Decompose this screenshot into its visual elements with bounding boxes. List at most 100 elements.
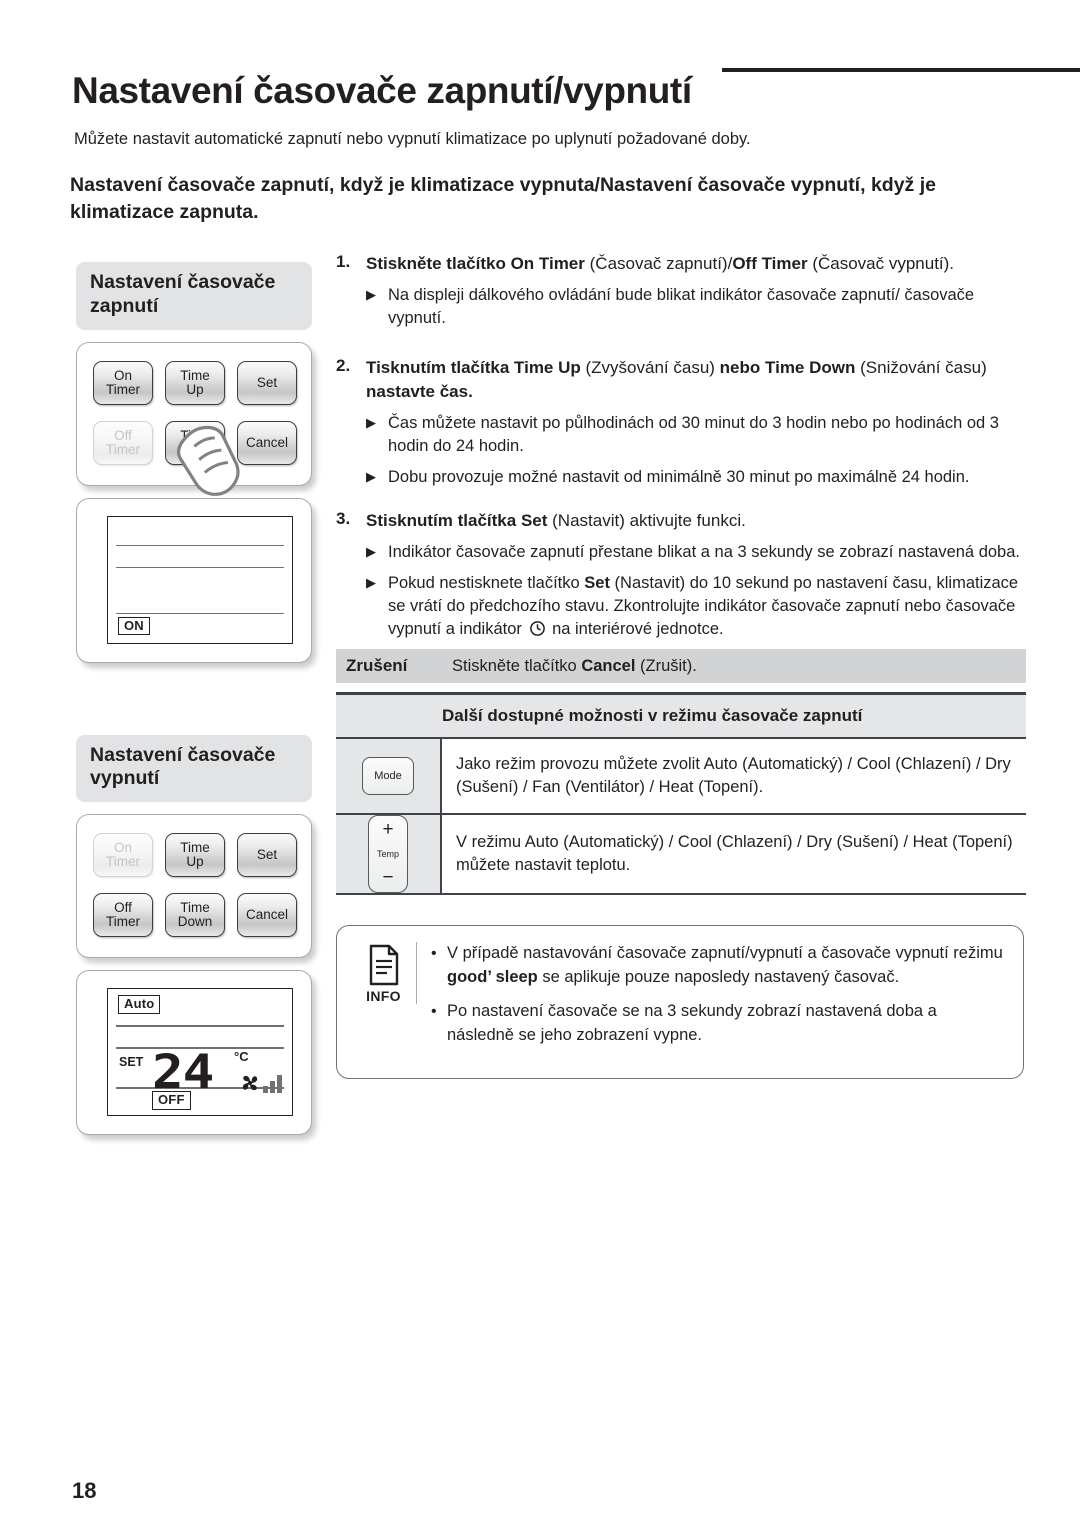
- lcd-on-tag: ON: [118, 616, 150, 636]
- button-line-2: Timer: [106, 381, 140, 397]
- button-line-1: Set: [256, 374, 278, 390]
- button-line-1: Cancel: [245, 434, 289, 450]
- cancel-row-value: Stiskněte tlačítko Cancel (Zrušit).: [452, 657, 697, 676]
- lcd-divider: [116, 566, 284, 568]
- step-text: Tisknutím tlačítka Time Up (Zvyšování ča…: [366, 357, 987, 401]
- cancel-text-prefix: Stiskněte tlačítko: [452, 656, 582, 675]
- remote-button-on-timer[interactable]: On Timer: [93, 360, 153, 405]
- document-icon: [369, 944, 398, 986]
- instructions-column: 1. Stiskněte tlačítko On Timer (Časovač …: [336, 252, 1026, 1079]
- button-line-2: Down: [177, 914, 213, 930]
- step-2-bullet-1: ▶ Čas můžete nastavit po půlhodinách od …: [336, 412, 1026, 458]
- remote-display-off: Auto SET 24 °C OFF: [76, 970, 312, 1136]
- lcd-divider: [116, 544, 284, 546]
- remote-button-cancel[interactable]: Cancel: [237, 420, 297, 465]
- info-icon-group: INFO: [351, 942, 417, 1005]
- triangle-bullet-icon: ▶: [366, 286, 376, 302]
- info-label: INFO: [366, 988, 401, 1005]
- info-bullet-2: • Po nastavení časovače se na 3 sekundy …: [431, 1000, 1007, 1048]
- page-number: 18: [72, 1478, 97, 1503]
- remote-display-on: ON: [76, 497, 312, 663]
- cancel-text-suffix: (Zrušit).: [635, 656, 697, 675]
- mode-button-icon[interactable]: Mode: [362, 757, 414, 796]
- button-line-1: Time: [180, 427, 210, 443]
- triangle-bullet-icon: ▶: [366, 414, 376, 430]
- bullet-text: Pokud nestisknete tlačítko Set (Nastavit…: [388, 573, 1019, 638]
- button-line-1: Off: [114, 427, 132, 443]
- triangle-bullet-icon: ▶: [366, 574, 376, 590]
- step-2: 2. Tisknutím tlačítka Time Up (Zvyšování…: [336, 356, 1026, 404]
- button-line-1: Off: [114, 900, 132, 916]
- lcd-divider: [116, 612, 284, 614]
- lcd-temperature-unit: °C: [234, 1049, 249, 1065]
- step-3: 3. Stisknutím tlačítka Set (Nastavit) ak…: [336, 509, 1026, 533]
- remote-button-set[interactable]: Set: [237, 360, 297, 405]
- lcd-divider: [116, 1025, 284, 1027]
- remote-keypad-on-timer: On Timer Time Up Set Off Timer Time Down: [76, 341, 312, 496]
- bullet-text: Čas můžete nastavit po půlhodinách od 30…: [388, 413, 999, 455]
- triangle-bullet-icon: ▶: [366, 543, 376, 559]
- options-table-row-mode-text: Jako režim provozu můžete zvolit Auto (A…: [442, 739, 1026, 814]
- mode-button-label: Mode: [374, 770, 402, 783]
- temp-icon-cell: + Temp −: [336, 815, 442, 894]
- fan-speed-bars: [263, 1073, 282, 1094]
- remote-button-grid: On Timer Time Up Set Off Timer Time Down: [93, 360, 297, 465]
- lcd-mode-tag: Auto: [118, 995, 161, 1014]
- info-bullet-text: V případě nastavování časovače zapnutí/v…: [447, 942, 1007, 990]
- mode-icon-cell: Mode: [336, 739, 442, 814]
- remote-button-time-down[interactable]: Time Down: [165, 420, 225, 465]
- temp-minus-label: −: [382, 867, 394, 889]
- on-timer-section-label: Nastavení časovače zapnutí: [76, 262, 312, 330]
- remote-button-on-timer[interactable]: On Timer: [93, 833, 153, 878]
- info-bullet-1: • V případě nastavování časovače zapnutí…: [431, 942, 1007, 990]
- remote-keypad-off-timer: On Timer Time Up Set Off Timer Time Down: [76, 814, 312, 1047]
- button-line-2: Up: [186, 854, 204, 870]
- options-table-title: Další dostupné možnosti v režimu časovač…: [442, 706, 863, 726]
- options-table-header: Další dostupné možnosti v režimu časovač…: [336, 695, 1026, 738]
- dot-bullet-icon: •: [431, 945, 437, 963]
- info-bullet-list: • V případě nastavování časovače zapnutí…: [431, 942, 1007, 1058]
- step-number: 1.: [336, 252, 351, 271]
- cancel-button-name: Cancel: [581, 656, 636, 675]
- options-table-row-temp: + Temp − V režimu Auto (Automatický) / C…: [336, 813, 1026, 894]
- bullet-text: Indikátor časovače zapnutí přestane blik…: [388, 542, 1020, 561]
- remote-button-time-up[interactable]: Time Up: [165, 360, 225, 405]
- off-timer-section-label: Nastavení časovače vypnutí: [76, 734, 312, 803]
- lcd-set-label: SET: [119, 1055, 144, 1070]
- step-1-bullet-1: ▶ Na displeji dálkového ovládání bude bl…: [336, 284, 1026, 330]
- bullet-text: Dobu provozuje možné nastavit od minimál…: [388, 467, 970, 486]
- button-line-1: Time: [180, 840, 210, 856]
- header-rule: [722, 68, 1080, 72]
- remote-button-off-timer[interactable]: Off Timer: [93, 893, 153, 938]
- step-3-bullet-1: ▶ Indikátor časovače zapnutí přestane bl…: [336, 541, 1026, 564]
- button-line-1: On: [113, 840, 132, 856]
- lcd-screen-off: Auto SET 24 °C OFF: [107, 988, 293, 1117]
- remote-button-grid: On Timer Time Up Set Off Timer Time Down: [93, 833, 297, 938]
- cancel-row-label: Zrušení: [346, 656, 408, 676]
- remote-button-time-up[interactable]: Time Up: [165, 833, 225, 878]
- button-line-2: Timer: [106, 914, 140, 930]
- triangle-bullet-icon: ▶: [366, 468, 376, 484]
- button-line-2: Timer: [106, 441, 140, 457]
- remote-button-off-timer[interactable]: Off Timer: [93, 420, 153, 465]
- step-3-bullet-2: ▶ Pokud nestisknete tlačítko Set (Nastav…: [336, 572, 1026, 641]
- remote-button-time-down[interactable]: Time Down: [165, 893, 225, 938]
- options-table-row-mode: Mode Jako režim provozu můžete zvolit Au…: [336, 737, 1026, 814]
- step-2-bullet-2: ▶ Dobu provozuje možné nastavit od minim…: [336, 466, 1026, 489]
- options-table: Další dostupné možnosti v režimu časovač…: [336, 692, 1026, 896]
- remote-button-set[interactable]: Set: [237, 833, 297, 878]
- bullet-text: Na displeji dálkového ovládání bude blik…: [388, 285, 975, 327]
- button-line-2: Up: [186, 381, 204, 397]
- options-table-row-temp-text: V režimu Auto (Automatický) / Cool (Chla…: [442, 815, 1026, 894]
- temp-button-icon[interactable]: + Temp −: [368, 815, 408, 894]
- button-line-1: On: [113, 367, 132, 383]
- step-1: 1. Stiskněte tlačítko On Timer (Časovač …: [336, 252, 1026, 276]
- document-page: Nastavení časovače zapnutí/vypnutí Můžet…: [0, 0, 1080, 1532]
- section-subheading: Nastavení časovače zapnutí, když je klim…: [70, 174, 936, 223]
- cancel-table: Zrušení Stiskněte tlačítko Cancel (Zruši…: [336, 649, 1026, 684]
- button-line-1: Time: [180, 900, 210, 916]
- remote-button-cancel[interactable]: Cancel: [237, 893, 297, 938]
- info-text-pre: V případě nastavování časovače zapnutí/v…: [447, 944, 1003, 963]
- info-bullet-text: Po nastavení časovače se na 3 sekundy zo…: [447, 1001, 937, 1044]
- dot-bullet-icon: •: [431, 1002, 437, 1020]
